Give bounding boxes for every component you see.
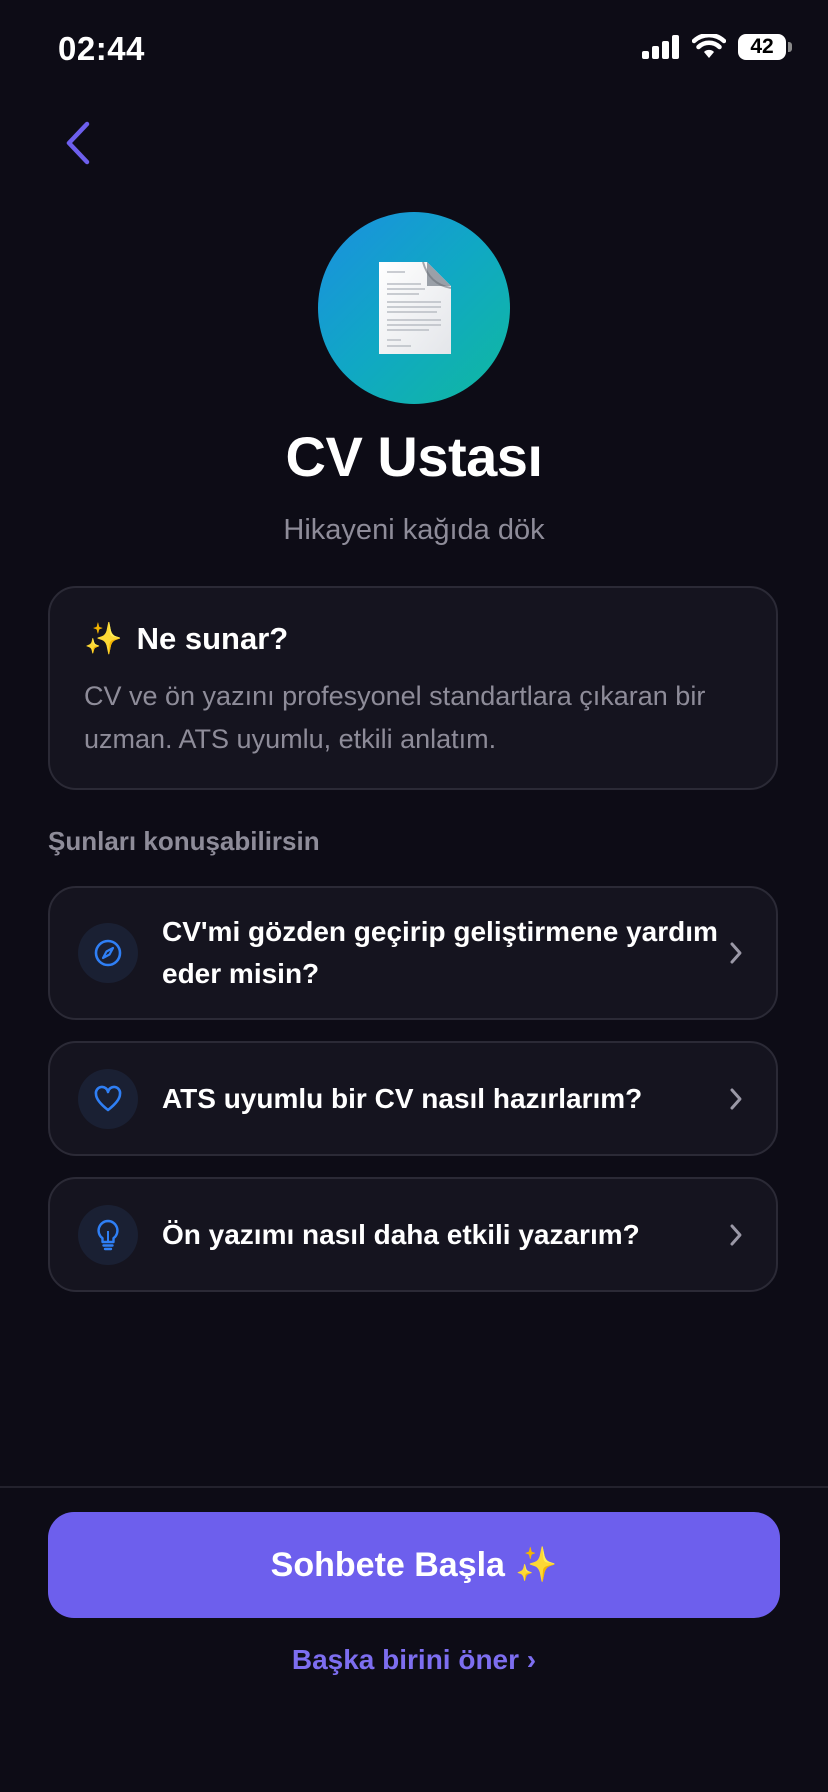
chevron-right-icon (726, 1087, 746, 1111)
status-time: 02:44 (58, 30, 145, 67)
battery-level: 42 (738, 34, 786, 60)
sparkles-icon: ✨ (514, 1546, 558, 1584)
chevron-right-icon (726, 1223, 746, 1247)
suggestion-item-cover-letter[interactable]: Ön yazımı nasıl daha etkili yazarım? (48, 1177, 778, 1292)
document-page-icon (379, 261, 452, 354)
assistant-subtitle: Hikayeni kağıda dök (283, 514, 545, 546)
status-bar: 02:44 42 (0, 0, 828, 100)
chevron-left-icon (66, 121, 90, 165)
suggestion-label: ATS uyumlu bir CV nasıl hazırlarım? (162, 1082, 643, 1114)
chevron-right-icon (726, 941, 746, 965)
info-heading: ✨ Ne sunar? (84, 620, 742, 657)
suggest-another-link[interactable]: Başka birini öner › (0, 1644, 828, 1676)
footer-divider (0, 1486, 828, 1488)
start-chat-button[interactable]: Sohbete Başla ✨ (48, 1512, 780, 1618)
suggestion-item-ats-cv[interactable]: ATS uyumlu bir CV nasıl hazırlarım? (48, 1041, 778, 1156)
status-icons: 42 (642, 34, 792, 60)
assistant-avatar (318, 212, 510, 404)
suggestion-label: CV'mi gözden geçirip geliştirmene yardım… (162, 916, 718, 989)
heart-icon (94, 1085, 122, 1111)
suggestion-item-review-cv[interactable]: CV'mi gözden geçirip geliştirmene yardım… (48, 886, 778, 1020)
battery-cap (788, 42, 792, 52)
info-card: ✨ Ne sunar? CV ve ön yazını profesyonel … (48, 586, 778, 790)
section-label: Şunları konuşabilirsin (48, 826, 320, 856)
suggestion-icon-wrap (78, 1204, 138, 1265)
wifi-icon (692, 34, 726, 58)
suggestion-icon-wrap (78, 923, 138, 983)
compass-icon (94, 939, 122, 967)
sparkles-icon: ✨ (84, 621, 123, 656)
battery-icon: 42 (738, 34, 792, 60)
info-description: CV ve ön yazını profesyonel standartlara… (84, 681, 706, 754)
lightbulb-icon (97, 1219, 119, 1250)
suggestion-label: Ön yazımı nasıl daha etkili yazarım? (162, 1218, 640, 1250)
info-heading-text: Ne sunar? (136, 620, 289, 656)
suggestion-icon-wrap (78, 1068, 138, 1129)
start-chat-label: Sohbete Başla (270, 1545, 505, 1584)
back-button[interactable] (56, 118, 100, 168)
cellular-signal-icon (642, 35, 679, 59)
assistant-title: CV Ustası (285, 425, 543, 488)
